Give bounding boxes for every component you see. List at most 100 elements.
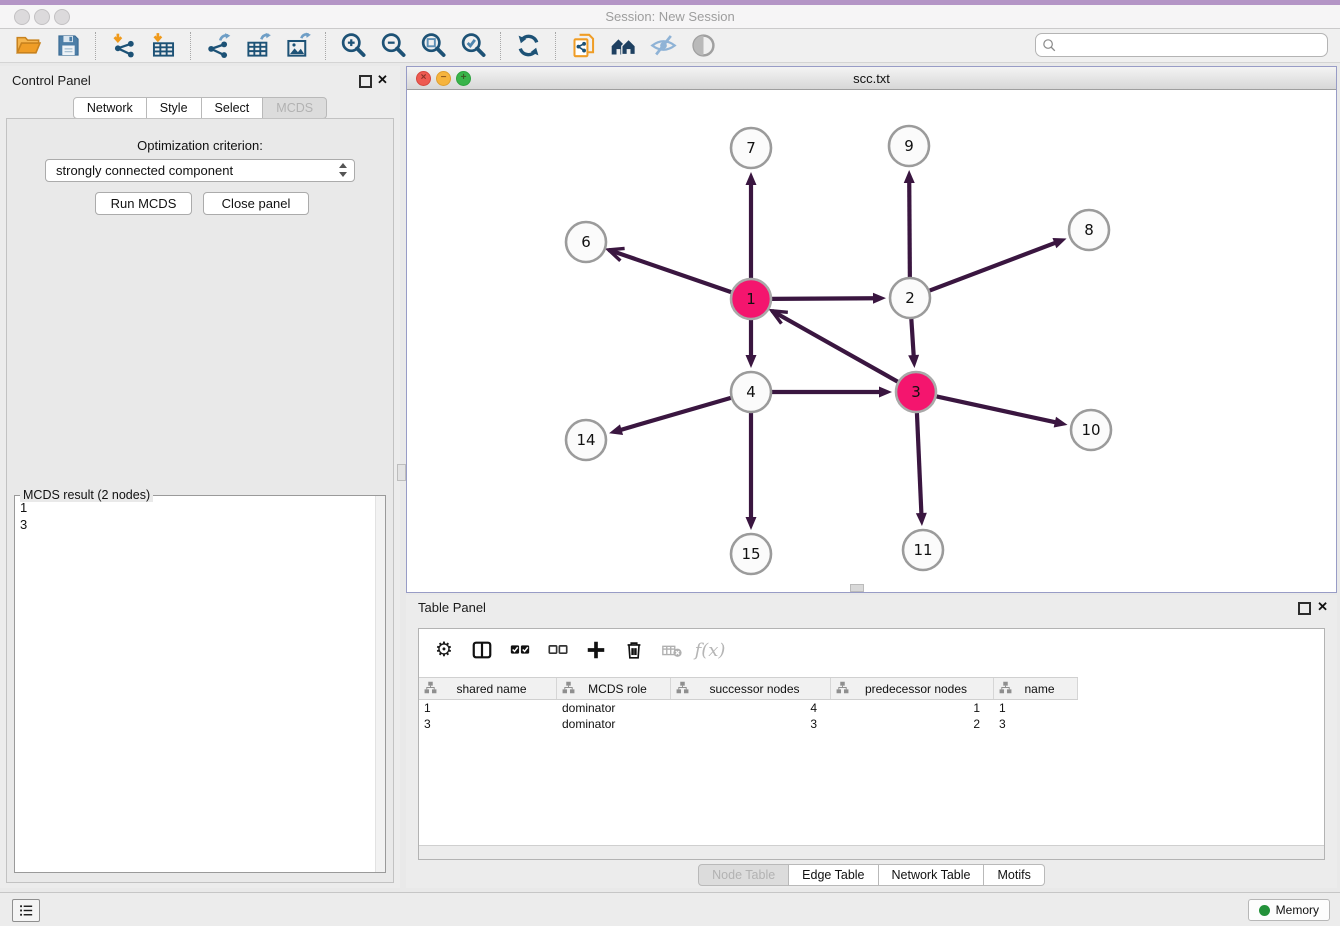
- toolbar-separator: [555, 32, 556, 60]
- mcds-tab-content: Optimization criterion: strongly connect…: [6, 118, 394, 883]
- delete-table-icon: [659, 637, 685, 663]
- status-bar: Memory: [0, 892, 1340, 926]
- tab-mcds[interactable]: MCDS: [263, 97, 327, 119]
- close-table-panel-icon[interactable]: [1317, 599, 1328, 615]
- float-panel-icon[interactable]: [359, 75, 372, 88]
- graph-node-label: 1: [746, 290, 756, 308]
- zoom-fit-icon[interactable]: [418, 31, 448, 61]
- tab-motifs[interactable]: Motifs: [984, 864, 1044, 886]
- column-header-name[interactable]: name: [994, 678, 1078, 699]
- table-header-row: shared nameMCDS rolesuccessor nodesprede…: [419, 677, 1078, 700]
- application-window: Session: New Session Control Panel Netwo…: [0, 0, 1340, 926]
- export-network-icon[interactable]: [203, 31, 233, 61]
- optimization-criterion-label: Optimization criterion:: [7, 138, 393, 153]
- graph-edge[interactable]: [930, 242, 1057, 290]
- graph-node-label: 2: [905, 289, 915, 307]
- network-graph[interactable]: 7968124314101511: [407, 90, 1334, 590]
- graph-edge[interactable]: [609, 250, 731, 292]
- tab-network-table[interactable]: Network Table: [879, 864, 985, 886]
- import-table-icon[interactable]: [148, 31, 178, 61]
- criterion-selected-value: strongly connected component: [46, 163, 336, 178]
- search-box[interactable]: [1035, 33, 1328, 57]
- tab-edge-table[interactable]: Edge Table: [789, 864, 878, 886]
- edge-arrowhead: [873, 293, 886, 304]
- memory-button[interactable]: Memory: [1248, 899, 1330, 921]
- table-row[interactable]: 1dominator411: [419, 700, 1324, 716]
- edge-arrowhead: [1054, 417, 1068, 428]
- table-cell: 1: [831, 700, 994, 716]
- search-input[interactable]: [1058, 36, 1327, 54]
- select-chevrons-icon: [336, 160, 354, 181]
- save-session-icon[interactable]: [53, 31, 83, 61]
- zoom-selected-icon[interactable]: [458, 31, 488, 61]
- graph-edge[interactable]: [772, 298, 875, 299]
- import-network-icon[interactable]: [108, 31, 138, 61]
- add-column-icon[interactable]: [583, 637, 609, 663]
- graph-edge[interactable]: [620, 398, 731, 430]
- column-type-icon: [836, 681, 849, 697]
- control-panel-title: Control Panel: [12, 73, 91, 88]
- tab-style[interactable]: Style: [147, 97, 202, 119]
- control-panel: Control Panel NetworkStyleSelectMCDS Opt…: [0, 66, 400, 888]
- horizontal-splitter-handle[interactable]: [850, 584, 864, 592]
- result-scrollbar[interactable]: [375, 496, 385, 872]
- tab-network[interactable]: Network: [73, 97, 147, 119]
- table-row[interactable]: 3dominator323: [419, 716, 1324, 732]
- hide-selected-icon[interactable]: [648, 31, 678, 61]
- zoom-out-icon[interactable]: [378, 31, 408, 61]
- function-builder-icon: f(x): [697, 637, 723, 663]
- criterion-select[interactable]: strongly connected component: [45, 159, 355, 182]
- column-type-icon: [676, 681, 689, 697]
- edge-arrowhead: [908, 355, 919, 368]
- zoom-in-icon[interactable]: [338, 31, 368, 61]
- network-window-title: scc.txt: [407, 71, 1336, 86]
- table-cell: dominator: [557, 716, 671, 732]
- graph-edge[interactable]: [911, 319, 913, 357]
- titlebar[interactable]: Session: New Session: [0, 5, 1340, 29]
- run-mcds-button[interactable]: Run MCDS: [95, 192, 192, 215]
- select-all-icon[interactable]: [507, 637, 533, 663]
- table-cell: 1: [994, 700, 1078, 716]
- graph-node-label: 6: [581, 233, 591, 251]
- column-header-shared-name[interactable]: shared name: [419, 678, 557, 699]
- deselect-all-icon[interactable]: [545, 637, 571, 663]
- column-header-successor-nodes[interactable]: successor nodes: [671, 678, 831, 699]
- float-table-panel-icon[interactable]: [1298, 602, 1311, 615]
- first-neighbors-icon[interactable]: [608, 31, 638, 61]
- export-table-icon[interactable]: [243, 31, 273, 61]
- delete-column-icon[interactable]: [621, 637, 647, 663]
- table-mode-icon[interactable]: ⚙: [431, 637, 457, 663]
- network-window-titlebar[interactable]: scc.txt: [407, 67, 1336, 90]
- tab-select[interactable]: Select: [202, 97, 264, 119]
- graph-node-label: 15: [741, 545, 760, 563]
- open-folder-icon[interactable]: [13, 31, 43, 61]
- graph-node-label: 8: [1084, 221, 1094, 239]
- toolbar-separator: [95, 32, 96, 60]
- graph-node-label: 7: [746, 139, 756, 157]
- toolbar-separator: [500, 32, 501, 60]
- node-table-container: ⚙ f(x) shared nameMCDS rolesuccessor node…: [418, 628, 1325, 860]
- task-history-button[interactable]: [12, 899, 40, 922]
- toolbar-separator: [325, 32, 326, 60]
- tab-node-table[interactable]: Node Table: [698, 864, 789, 886]
- close-panel-button[interactable]: Close panel: [203, 192, 309, 215]
- column-header-predecessor-nodes[interactable]: predecessor nodes: [831, 678, 994, 699]
- graph-edge[interactable]: [909, 181, 910, 277]
- mcds-result-list[interactable]: 13: [15, 496, 375, 872]
- graph-edge[interactable]: [937, 396, 1057, 422]
- graph-edge[interactable]: [772, 311, 898, 382]
- clone-network-icon[interactable]: [568, 31, 598, 61]
- graph-edge[interactable]: [917, 413, 922, 515]
- edge-arrowhead: [1052, 238, 1066, 248]
- edge-arrowhead: [746, 355, 757, 368]
- table-hscrollbar-track[interactable]: [419, 845, 1324, 859]
- export-image-icon[interactable]: [283, 31, 313, 61]
- refresh-view-icon[interactable]: [513, 31, 543, 61]
- edge-arrowhead: [879, 387, 892, 398]
- vertical-splitter-handle[interactable]: [397, 464, 406, 481]
- close-panel-icon[interactable]: [377, 72, 388, 88]
- column-header-MCDS-role[interactable]: MCDS role: [557, 678, 671, 699]
- show-columns-icon[interactable]: [469, 637, 495, 663]
- show-all-icon[interactable]: [688, 31, 718, 61]
- column-type-icon: [424, 681, 437, 697]
